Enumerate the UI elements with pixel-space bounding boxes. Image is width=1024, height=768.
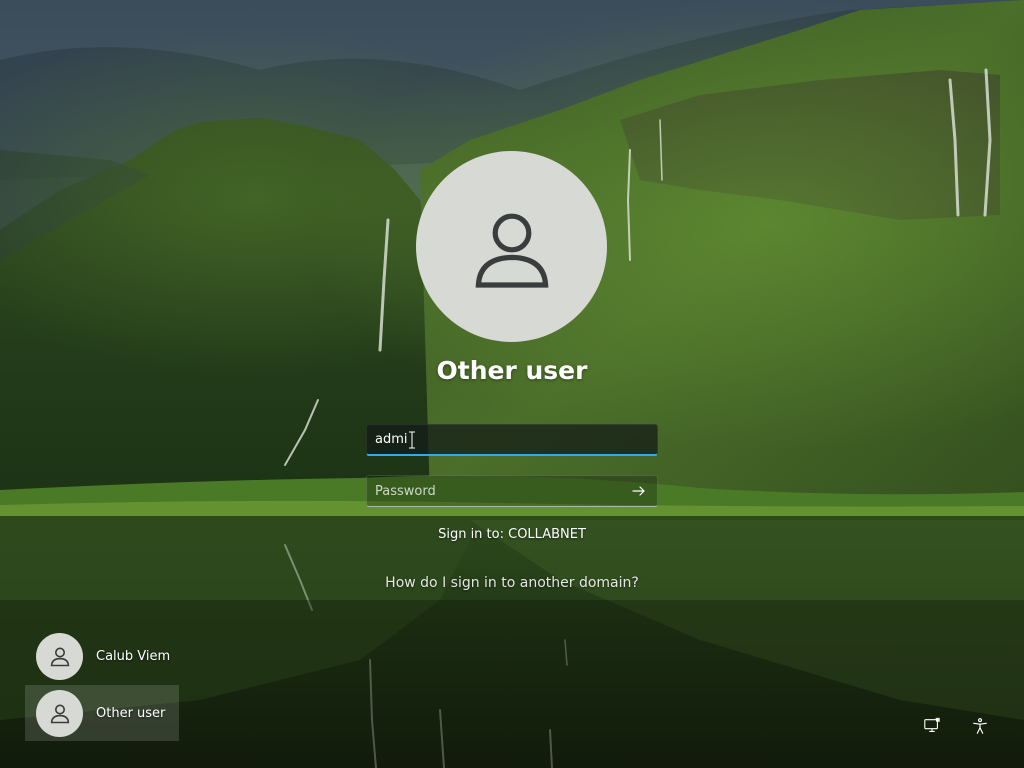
sign-in-domain-label: Sign in to: COLLABNET xyxy=(438,527,586,542)
submit-button[interactable] xyxy=(628,481,650,501)
user-tile-name: Calub Viem xyxy=(96,648,171,664)
accessibility-button[interactable] xyxy=(969,715,991,737)
text-cursor-icon xyxy=(409,431,415,449)
person-icon xyxy=(475,213,548,288)
user-avatar xyxy=(416,151,607,342)
user-tile-calub-viem[interactable]: Calub Viem xyxy=(25,628,179,684)
user-tile-avatar xyxy=(36,689,83,737)
user-tile-name: Other user xyxy=(96,705,166,721)
user-tile-other-user[interactable]: Other user xyxy=(25,685,179,741)
accessibility-icon xyxy=(973,718,987,734)
arrow-right-icon xyxy=(632,486,645,496)
domain-help-link-row: How do I sign in to another domain? xyxy=(0,575,1024,591)
user-title: Other user xyxy=(436,356,588,385)
domain-help-link[interactable]: How do I sign in to another domain? xyxy=(385,575,639,591)
network-icon xyxy=(924,717,940,732)
password-input[interactable] xyxy=(366,475,658,507)
lock-screen: Other user Sign in to: COLLABNET How do … xyxy=(0,0,1024,768)
person-icon xyxy=(50,704,69,724)
user-tile-avatar xyxy=(36,632,83,680)
person-icon xyxy=(50,647,69,667)
network-button[interactable] xyxy=(921,715,943,737)
